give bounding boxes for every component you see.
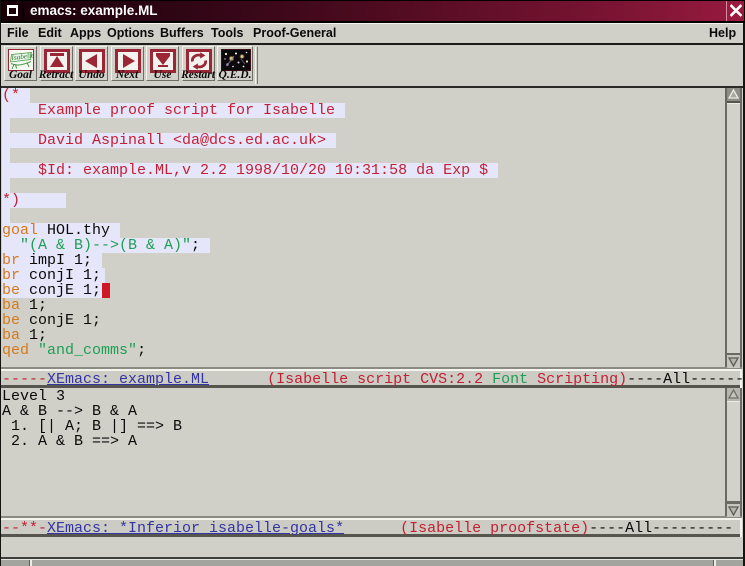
svg-text:Isabelle: Isabelle	[10, 51, 33, 62]
